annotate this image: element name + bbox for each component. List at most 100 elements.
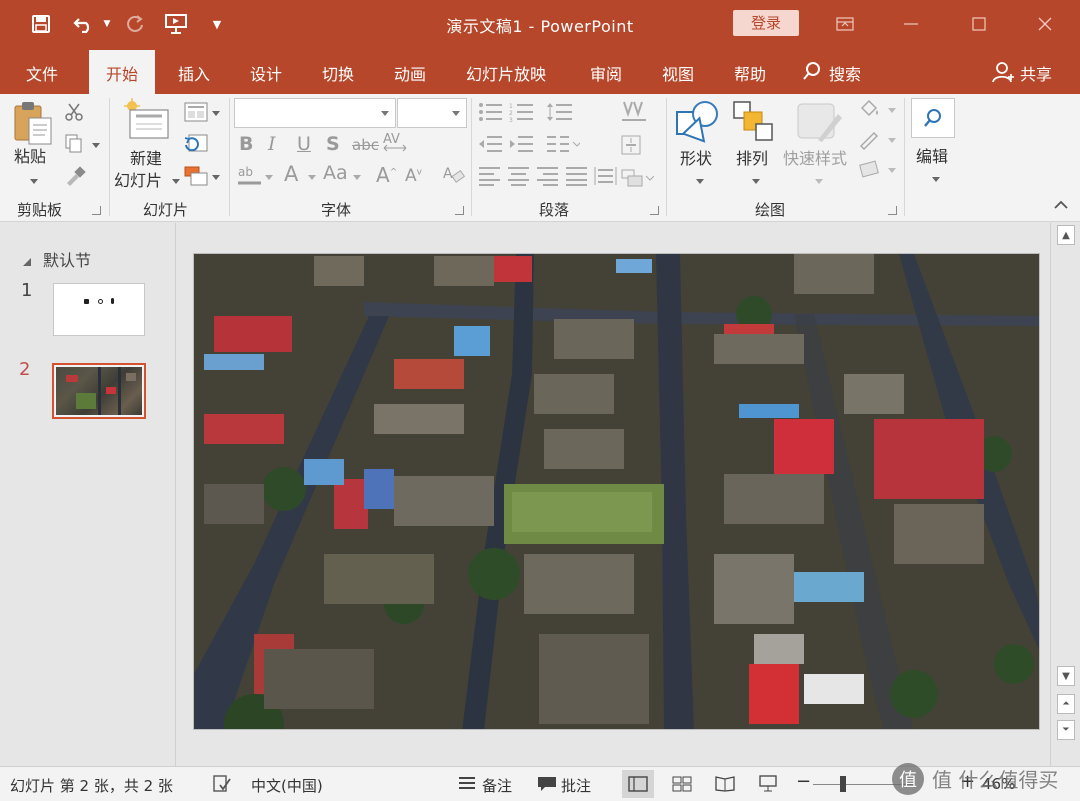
- tab-home[interactable]: 开始: [89, 50, 156, 94]
- italic-icon[interactable]: I: [268, 133, 276, 155]
- character-spacing-icon[interactable]: AV: [382, 131, 412, 157]
- distributed-icon[interactable]: [594, 166, 618, 191]
- shapes-dropdown-icon[interactable]: [696, 179, 704, 184]
- ribbon-display-options-icon[interactable]: [822, 0, 868, 47]
- zoom-slider-thumb[interactable]: [840, 776, 846, 792]
- paragraph-launcher-icon[interactable]: [650, 206, 659, 215]
- paste-button[interactable]: 粘贴: [14, 146, 46, 168]
- arrange-button[interactable]: 排列: [736, 148, 768, 170]
- font-color-icon[interactable]: A: [284, 162, 298, 186]
- login-button[interactable]: 登录: [733, 10, 799, 36]
- person-icon[interactable]: [992, 61, 1014, 87]
- justify-icon[interactable]: [565, 166, 589, 191]
- paste-dropdown-icon[interactable]: [30, 179, 38, 184]
- editing-search-icon[interactable]: [911, 98, 955, 138]
- tab-search[interactable]: 搜索: [829, 61, 861, 85]
- comments-button[interactable]: 批注: [561, 775, 591, 796]
- notes-icon[interactable]: [458, 776, 476, 794]
- tab-review[interactable]: 审阅: [590, 61, 622, 85]
- editing-button[interactable]: 编辑: [916, 146, 948, 168]
- underline-icon[interactable]: U: [297, 133, 311, 155]
- new-slide-dropdown-icon[interactable]: [172, 179, 180, 184]
- shapes-icon[interactable]: [674, 100, 722, 148]
- quick-styles-dropdown-icon[interactable]: [815, 179, 823, 184]
- previous-slide-icon[interactable]: ⏶: [1057, 694, 1075, 714]
- close-icon[interactable]: [1022, 0, 1068, 47]
- line-spacing-icon[interactable]: [546, 102, 580, 127]
- font-color-dropdown-icon[interactable]: [308, 175, 316, 180]
- tab-view[interactable]: 视图: [662, 61, 694, 85]
- next-slide-icon[interactable]: ⏷: [1057, 720, 1075, 740]
- align-center-icon[interactable]: [507, 166, 531, 191]
- cut-icon[interactable]: [64, 102, 84, 127]
- tab-help[interactable]: 帮助: [734, 61, 766, 85]
- slideshow-view-icon[interactable]: [752, 770, 784, 798]
- shape-effects-dropdown-icon[interactable]: [888, 168, 896, 173]
- slide-thumbnail-1[interactable]: [53, 283, 145, 336]
- decrease-indent-icon[interactable]: [478, 134, 504, 159]
- collapse-ribbon-icon[interactable]: [1054, 198, 1068, 214]
- bold-icon[interactable]: B: [239, 133, 253, 155]
- comments-icon[interactable]: [537, 776, 557, 796]
- arrange-dropdown-icon[interactable]: [752, 179, 760, 184]
- reading-view-icon[interactable]: [709, 770, 741, 798]
- quick-styles-button[interactable]: 快速样式: [783, 148, 847, 170]
- tab-file[interactable]: 文件: [26, 61, 58, 85]
- slide-sorter-icon[interactable]: [666, 770, 698, 798]
- notes-button[interactable]: 备注: [482, 775, 512, 796]
- format-painter-icon[interactable]: [64, 166, 86, 191]
- reset-icon[interactable]: [184, 134, 208, 159]
- editing-dropdown-icon[interactable]: [932, 177, 940, 182]
- vertical-scrollbar[interactable]: ▲ ▼ ⏶ ⏷: [1050, 223, 1080, 766]
- language-indicator[interactable]: 中文(中国): [251, 775, 323, 796]
- drawing-launcher-icon[interactable]: [888, 206, 897, 215]
- share-button[interactable]: 共享: [1020, 61, 1052, 85]
- font-size-text-dropdown-icon[interactable]: [353, 175, 361, 180]
- collapse-section-icon[interactable]: [22, 252, 32, 271]
- shape-outline-dropdown-icon[interactable]: [888, 138, 896, 143]
- change-case-dropdown-icon[interactable]: [265, 175, 273, 180]
- section-header[interactable]: 默认节: [43, 247, 91, 271]
- shape-fill-dropdown-icon[interactable]: [888, 108, 896, 113]
- align-left-icon[interactable]: [478, 166, 502, 191]
- clipboard-launcher-icon[interactable]: [92, 206, 101, 215]
- slide-thumbnail-2[interactable]: [52, 363, 146, 419]
- bullets-icon[interactable]: [478, 102, 504, 127]
- quick-styles-icon[interactable]: [796, 100, 842, 148]
- new-slide-icon[interactable]: [124, 98, 172, 146]
- paste-icon[interactable]: [12, 100, 54, 150]
- shape-effects-icon[interactable]: [858, 158, 884, 185]
- current-slide[interactable]: [193, 253, 1040, 730]
- layout-icon[interactable]: [184, 102, 208, 127]
- font-launcher-icon[interactable]: [455, 206, 464, 215]
- minimize-icon[interactable]: [888, 0, 934, 47]
- numbering-icon[interactable]: 123: [509, 102, 535, 127]
- scroll-up-icon[interactable]: ▲: [1057, 225, 1075, 245]
- section-icon[interactable]: [184, 166, 208, 191]
- tab-transitions[interactable]: 切换: [322, 61, 354, 85]
- new-slide-button[interactable]: 幻灯片: [114, 170, 162, 192]
- font-size-text-icon[interactable]: Aa: [323, 162, 348, 184]
- tab-slideshow[interactable]: 幻灯片放映: [466, 61, 546, 85]
- tab-design[interactable]: 设计: [250, 61, 282, 85]
- increase-indent-icon[interactable]: [509, 134, 535, 159]
- clear-formatting-icon[interactable]: A: [442, 164, 466, 191]
- font-name-input[interactable]: [234, 98, 396, 128]
- columns-icon[interactable]: [546, 134, 582, 159]
- convert-smartart-icon[interactable]: [620, 166, 655, 193]
- maximize-icon[interactable]: [956, 0, 1002, 47]
- shapes-button[interactable]: 形状: [680, 148, 712, 170]
- arrange-icon[interactable]: [732, 100, 776, 148]
- layout-dropdown-icon[interactable]: [212, 111, 220, 116]
- tab-animations[interactable]: 动画: [394, 61, 426, 85]
- new-slide-label-1[interactable]: 新建: [130, 148, 162, 170]
- align-right-icon[interactable]: [536, 166, 560, 191]
- text-direction-icon[interactable]: [620, 100, 650, 129]
- copy-icon[interactable]: [64, 134, 86, 159]
- change-case-icon[interactable]: ab: [237, 164, 263, 193]
- spelling-check-icon[interactable]: [212, 774, 232, 798]
- increase-font-icon[interactable]: A^: [376, 163, 397, 187]
- section-dropdown-icon[interactable]: [212, 175, 220, 180]
- font-size-input[interactable]: [397, 98, 467, 128]
- normal-view-icon[interactable]: [622, 770, 654, 798]
